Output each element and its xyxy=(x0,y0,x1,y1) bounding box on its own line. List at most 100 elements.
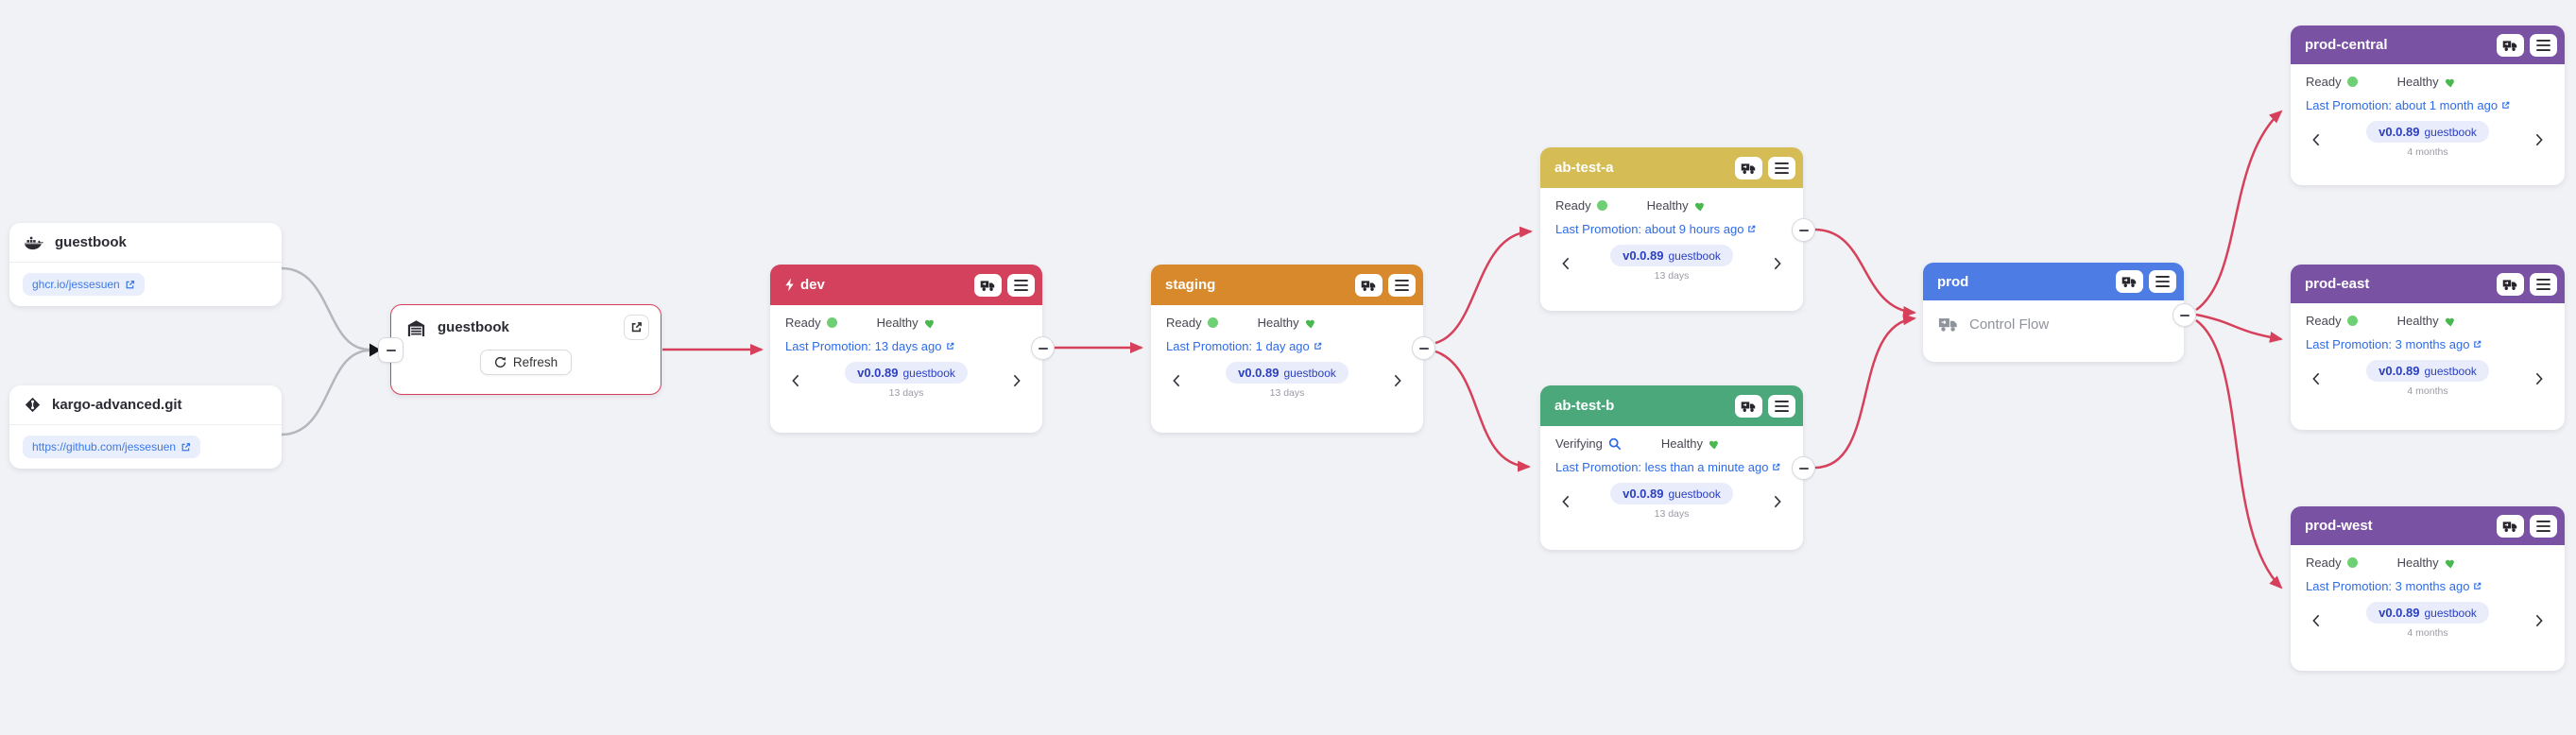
truck-icon xyxy=(2502,278,2518,291)
chevron-right-icon[interactable] xyxy=(2529,368,2550,389)
freight-chip[interactable]: v0.0.89 guestbook xyxy=(845,362,968,384)
chevron-right-icon[interactable] xyxy=(2529,610,2550,631)
health-status: Healthy xyxy=(2397,314,2457,328)
stage-header: dev xyxy=(770,265,1042,305)
external-link-icon xyxy=(630,321,643,333)
last-promotion-link[interactable]: Last Promotion: 1 day ago xyxy=(1166,339,1322,353)
freight-chip[interactable]: v0.0.89 guestbook xyxy=(1610,483,1733,504)
freight-age: 13 days xyxy=(1655,270,1690,282)
menu-button[interactable] xyxy=(1007,274,1035,297)
collapse-button-warehouse[interactable] xyxy=(378,337,404,363)
freight-row: v0.0.89 guestbook 13 days xyxy=(1166,362,1408,399)
stage-header: staging xyxy=(1151,265,1423,305)
heart-icon xyxy=(2445,77,2457,88)
stage-body: Verifying Healthy Last Promotion: less t… xyxy=(1540,426,1803,527)
stage-node-dev: dev Ready xyxy=(770,265,1042,433)
collapse-button-ab-test-a[interactable] xyxy=(1792,218,1815,242)
chevron-left-icon[interactable] xyxy=(2306,368,2327,389)
warehouse-open-button[interactable] xyxy=(624,315,649,340)
chevron-right-icon[interactable] xyxy=(1767,491,1788,512)
freight-age: 4 months xyxy=(2407,385,2447,397)
last-promotion-link[interactable]: Last Promotion: about 1 month ago xyxy=(2306,98,2510,112)
chevron-right-icon[interactable] xyxy=(2529,129,2550,150)
chevron-right-icon[interactable] xyxy=(1767,253,1788,274)
chevron-left-icon[interactable] xyxy=(785,370,806,391)
stage-body: Ready Healthy Last Promotion: 1 day ago … xyxy=(1151,305,1423,406)
menu-button[interactable] xyxy=(2530,515,2557,538)
repo-header: guestbook xyxy=(9,223,282,263)
promote-button[interactable] xyxy=(1735,157,1762,179)
phase-label: Ready xyxy=(1166,316,1202,330)
health-label: Healthy xyxy=(2397,75,2439,89)
chevron-right-icon[interactable] xyxy=(1387,370,1408,391)
menu-button[interactable] xyxy=(2149,270,2176,293)
chevron-left-icon[interactable] xyxy=(1166,370,1187,391)
collapse-button-staging[interactable] xyxy=(1412,336,1435,360)
stage-name: prod-central xyxy=(2305,37,2388,53)
stage-header: prod-central xyxy=(2291,26,2565,64)
freight-version: v0.0.89 xyxy=(2379,125,2419,139)
chevron-left-icon[interactable] xyxy=(1555,253,1576,274)
freight-row: v0.0.89 guestbook 4 months xyxy=(2306,121,2550,158)
menu-button[interactable] xyxy=(2530,34,2557,57)
last-promotion-link[interactable]: Last Promotion: 3 months ago xyxy=(2306,337,2482,351)
menu-button[interactable] xyxy=(2530,273,2557,296)
freight-artifact: guestbook xyxy=(1668,487,1720,501)
status-row: Ready Healthy xyxy=(2306,314,2550,328)
chevron-left-icon[interactable] xyxy=(2306,129,2327,150)
last-promotion-text: Last Promotion: 3 months ago xyxy=(2306,579,2469,593)
edge-prod-to-prod-central xyxy=(2196,111,2281,310)
refresh-button[interactable]: Refresh xyxy=(480,350,572,375)
repo-link[interactable]: ghcr.io/jessesuen xyxy=(23,273,145,296)
freight-version: v0.0.89 xyxy=(1623,487,1663,501)
freight-artifact: guestbook xyxy=(2424,365,2476,378)
status-row: Ready Healthy xyxy=(1555,198,1788,213)
health-label: Healthy xyxy=(877,316,919,330)
stage-header: prod xyxy=(1923,263,2184,300)
freight-chip[interactable]: v0.0.89 guestbook xyxy=(2366,360,2489,382)
collapse-button-ab-test-b[interactable] xyxy=(1792,456,1815,480)
collapse-button-prod[interactable] xyxy=(2172,303,2196,327)
last-promotion-link[interactable]: Last Promotion: about 9 hours ago xyxy=(1555,222,1756,236)
promote-button[interactable] xyxy=(974,274,1002,297)
freight-chip[interactable]: v0.0.89 guestbook xyxy=(1226,362,1348,384)
chevron-right-icon[interactable] xyxy=(1006,370,1027,391)
stage-node-staging: staging Ready Healthy xyxy=(1151,265,1423,433)
promote-button[interactable] xyxy=(1735,395,1762,418)
last-promotion-link[interactable]: Last Promotion: 3 months ago xyxy=(2306,579,2482,593)
minus-icon xyxy=(1799,230,1809,231)
health-label: Healthy xyxy=(1258,316,1299,330)
truck-icon xyxy=(2502,520,2518,533)
repo-body: https://github.com/jessesuen xyxy=(9,425,282,469)
freight-chip[interactable]: v0.0.89 guestbook xyxy=(2366,602,2489,624)
menu-button[interactable] xyxy=(1768,395,1795,418)
warehouse-icon xyxy=(406,318,426,336)
freight-chip[interactable]: v0.0.89 guestbook xyxy=(2366,121,2489,143)
last-promotion-text: Last Promotion: 13 days ago xyxy=(785,339,942,353)
chevron-left-icon[interactable] xyxy=(2306,610,2327,631)
promote-button[interactable] xyxy=(2497,515,2524,538)
freight-chip[interactable]: v0.0.89 guestbook xyxy=(1610,245,1733,266)
menu-button[interactable] xyxy=(1768,157,1795,179)
freight-artifact: guestbook xyxy=(2424,607,2476,620)
last-promotion-link[interactable]: Last Promotion: less than a minute ago xyxy=(1555,460,1780,474)
promote-button[interactable] xyxy=(2497,273,2524,296)
external-link-icon xyxy=(1772,463,1780,471)
collapse-button-dev[interactable] xyxy=(1031,336,1055,360)
promote-button[interactable] xyxy=(2116,270,2143,293)
repo-node-kargo-advanced: kargo-advanced.git https://github.com/je… xyxy=(9,385,282,469)
repo-link-text: ghcr.io/jessesuen xyxy=(32,278,120,291)
last-promotion-link[interactable]: Last Promotion: 13 days ago xyxy=(785,339,954,353)
chevron-left-icon[interactable] xyxy=(1555,491,1576,512)
promote-button[interactable] xyxy=(1355,274,1382,297)
heart-icon xyxy=(2445,557,2457,569)
menu-icon xyxy=(1395,280,1409,291)
edge-ab-test-a-to-prod xyxy=(1815,230,1915,313)
menu-button[interactable] xyxy=(1388,274,1416,297)
control-flow-label: Control Flow xyxy=(1969,316,2049,333)
edge-prod-to-prod-west xyxy=(2196,320,2281,588)
truck-icon xyxy=(1361,279,1377,292)
promote-button[interactable] xyxy=(2497,34,2524,57)
truck-icon xyxy=(2502,39,2518,52)
repo-link[interactable]: https://github.com/jessesuen xyxy=(23,436,200,458)
